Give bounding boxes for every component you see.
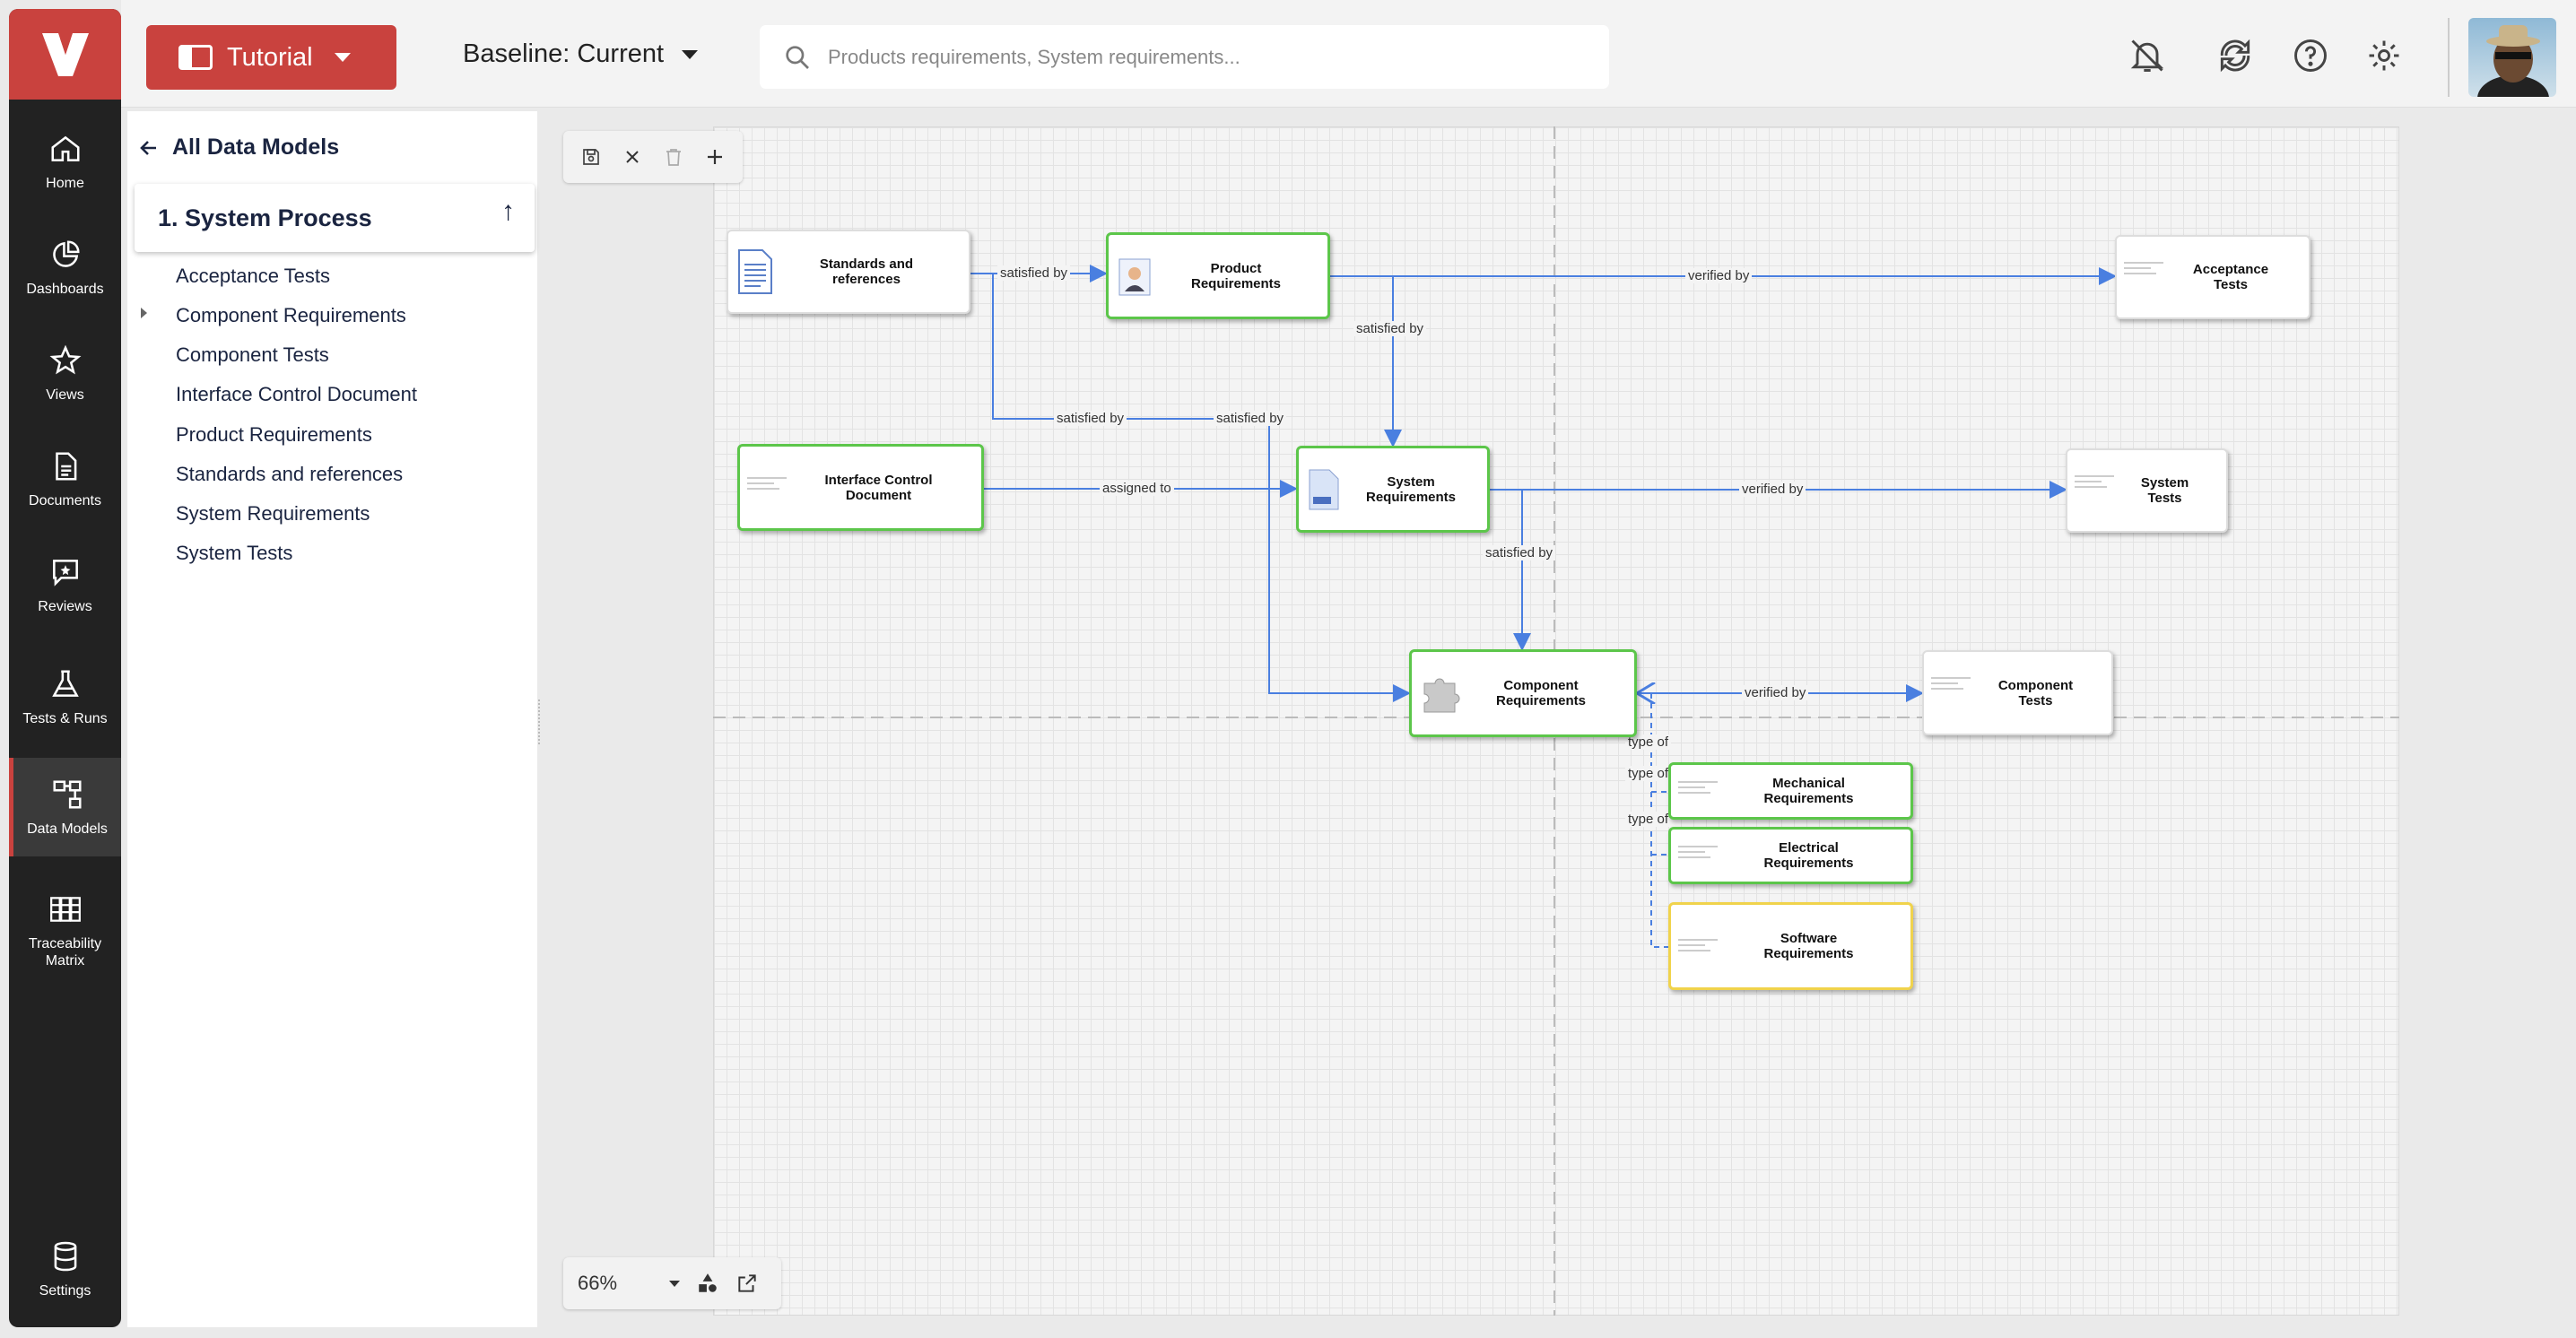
diagram-connectors: [713, 126, 2399, 1316]
node-software-requirements[interactable]: Software Requirements: [1668, 902, 1913, 990]
edge-label: satisfied by: [1054, 411, 1127, 426]
edge-label: verified by: [1739, 482, 1806, 497]
trash-icon[interactable]: [663, 146, 684, 168]
node-interface-control-document[interactable]: Interface Control Document: [737, 444, 984, 531]
node-mechanical-requirements[interactable]: Mechanical Requirements: [1668, 762, 1913, 820]
zoom-level[interactable]: 66%: [578, 1272, 617, 1295]
node-electrical-requirements[interactable]: Electrical Requirements: [1668, 827, 1913, 884]
node-label: System Requirements: [1365, 474, 1457, 505]
node-standards[interactable]: Standards and references: [727, 230, 970, 314]
edge-label: satisfied by: [1353, 321, 1427, 336]
node-label: Product Requirements: [1190, 260, 1282, 291]
edge-label: type of: [1625, 812, 1672, 827]
node-system-requirements[interactable]: System Requirements: [1296, 446, 1490, 533]
node-label: Electrical Requirements: [1763, 840, 1854, 871]
node-label: Component Requirements: [1495, 678, 1587, 708]
node-product-requirements[interactable]: Product Requirements: [1106, 232, 1330, 319]
edge-label: assigned to: [1100, 481, 1174, 496]
diagram-toolbar: [563, 131, 743, 183]
node-component-tests[interactable]: Component Tests: [1922, 650, 2113, 735]
spec-document-icon: [1309, 469, 1339, 509]
document-icon: [738, 249, 772, 294]
edge-label: verified by: [1742, 685, 1809, 700]
node-component-requirements[interactable]: Component Requirements: [1409, 649, 1637, 737]
edge-label: satisfied by: [1214, 411, 1287, 426]
node-acceptance-tests[interactable]: Acceptance Tests: [2115, 235, 2311, 319]
node-label: Interface Control Document: [824, 472, 933, 503]
add-icon[interactable]: [704, 146, 726, 168]
edge-label: satisfied by: [997, 265, 1071, 281]
export-icon[interactable]: [735, 1272, 759, 1295]
user-document-icon: [1118, 258, 1151, 295]
shapes-icon[interactable]: [696, 1272, 719, 1295]
close-icon[interactable]: [622, 146, 643, 168]
zoom-control: 66%: [563, 1257, 781, 1309]
chevron-down-icon[interactable]: [669, 1280, 681, 1287]
node-system-tests[interactable]: System Tests: [2066, 448, 2228, 533]
node-label: System Tests: [2140, 475, 2189, 506]
node-label: Acceptance Tests: [2192, 262, 2269, 292]
edge-label: verified by: [1685, 268, 1753, 283]
node-label: Component Tests: [1997, 677, 2074, 708]
node-label: Standards and references: [819, 256, 914, 287]
save-icon[interactable]: [580, 146, 602, 168]
puzzle-icon: [1423, 678, 1460, 713]
node-label: Software Requirements: [1763, 931, 1854, 961]
edge-label: satisfied by: [1483, 545, 1556, 560]
node-label: Mechanical Requirements: [1763, 776, 1854, 806]
edge-label: type of: [1625, 766, 1672, 781]
